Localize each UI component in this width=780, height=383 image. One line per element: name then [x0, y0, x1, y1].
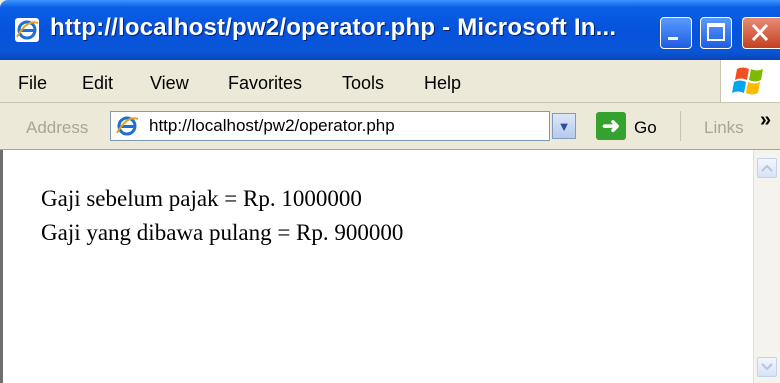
go-label[interactable]: Go — [634, 118, 657, 138]
chevron-down-icon — [761, 363, 773, 371]
address-url: http://localhost/pw2/operator.php — [149, 116, 395, 135]
internet-explorer-icon — [15, 18, 39, 42]
scroll-up-button[interactable] — [757, 158, 777, 178]
scroll-down-button[interactable] — [757, 357, 777, 377]
minimize-icon — [668, 37, 678, 40]
page-content: Gaji sebelum pajak = Rp. 1000000 Gaji ya… — [0, 150, 780, 383]
windows-logo — [720, 60, 780, 102]
page-icon — [116, 116, 139, 136]
maximize-button[interactable] — [700, 17, 732, 49]
close-icon — [751, 23, 769, 42]
chevron-up-icon — [761, 164, 773, 172]
page-text: Gaji sebelum pajak = Rp. 1000000 Gaji ya… — [41, 182, 403, 250]
menu-file[interactable]: File — [18, 73, 47, 94]
menu-edit[interactable]: Edit — [82, 73, 113, 94]
menu-help[interactable]: Help — [424, 73, 461, 94]
address-label: Address — [26, 118, 89, 137]
minimize-button[interactable] — [660, 17, 692, 49]
address-bar: Address http://localhost/pw2/operator.ph… — [0, 103, 780, 150]
title-bar[interactable]: http://localhost/pw2/operator.php - Micr… — [0, 0, 780, 60]
window-title: http://localhost/pw2/operator.php - Micr… — [50, 14, 617, 41]
address-dropdown-button[interactable]: ▼ — [552, 113, 576, 139]
menu-view[interactable]: View — [150, 73, 189, 94]
maximize-icon — [707, 23, 725, 41]
arrow-right-icon: ➜ — [601, 113, 621, 138]
chevron-down-icon: ▼ — [557, 118, 571, 134]
vertical-scrollbar[interactable] — [753, 150, 780, 383]
gross-salary-line: Gaji sebelum pajak = Rp. 1000000 — [41, 186, 362, 211]
browser-window: http://localhost/pw2/operator.php - Micr… — [0, 0, 780, 383]
windows-logo-icon — [732, 67, 763, 95]
close-button[interactable] — [742, 17, 780, 49]
go-button[interactable]: ➜ — [596, 112, 626, 140]
links-label[interactable]: Links — [704, 118, 744, 138]
address-input[interactable]: http://localhost/pw2/operator.php — [110, 111, 550, 141]
menu-bar: File Edit View Favorites Tools Help — [0, 60, 780, 103]
toolbar-separator — [680, 111, 681, 141]
more-links-icon[interactable]: » — [760, 109, 771, 132]
net-salary-line: Gaji yang dibawa pulang = Rp. 900000 — [41, 220, 404, 245]
menu-tools[interactable]: Tools — [342, 73, 384, 94]
menu-favorites[interactable]: Favorites — [228, 73, 302, 94]
